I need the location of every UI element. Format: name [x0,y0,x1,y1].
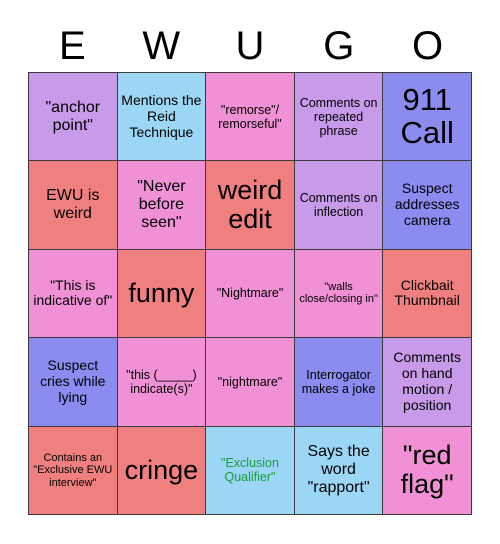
bingo-cell-r1c1[interactable]: "anchor point" [29,73,118,162]
bingo-cell-label: Comments on inflection [299,190,378,220]
bingo-cell-r4c3[interactable]: "nightmare" [206,338,295,427]
bingo-cell-label: "Exclusion Qualifier" [221,456,279,485]
bingo-cell-r1c4[interactable]: Comments on repeated phrase [294,73,384,162]
bingo-cell-r2c3[interactable]: weird edit [206,161,295,250]
bingo-cell-label: Interrogator makes a joke [301,367,376,396]
bingo-header-letter-4: G [323,24,355,68]
bingo-cell-r1c2[interactable]: Mentions the Reid Technique [117,73,207,162]
bingo-cell-label: Comments on hand motion / position [393,349,462,413]
bingo-cell-r2c5[interactable]: Suspect addresses camera [383,161,472,250]
bingo-header-letter-3: U [235,24,265,68]
bingo-header-letter-2: W [142,24,181,68]
bingo-cell-label: 911 Call [400,82,454,150]
bingo-cell-label: weird edit [217,174,283,235]
bingo-cell-r5c1[interactable]: Contains an "Exclusive EWU interview" [29,426,118,515]
bingo-cell-label: "this (_____) indicate(s)" [126,367,197,396]
bingo-cell-r4c4[interactable]: Interrogator makes a joke [294,338,384,427]
bingo-cell-label: EWU is weird [46,187,100,223]
bingo-cell-label: "walls close/closing in" [299,281,378,306]
bingo-cell-label: Mentions the Reid Technique [121,91,202,140]
bingo-cell-label: "anchor point" [45,98,101,134]
bingo-cell-label: cringe [124,454,199,485]
bingo-cell-r1c3[interactable]: "remorse"/ remorseful" [206,73,295,162]
bingo-header-row: EWUGO [28,22,472,70]
bingo-cell-label: "remorse"/ remorseful" [218,102,282,131]
bingo-cell-r3c3[interactable]: "Nightmare" [206,249,295,339]
bingo-cell-r4c1[interactable]: Suspect cries while lying [29,338,118,427]
bingo-cell-r2c1[interactable]: EWU is weird [29,161,118,250]
bingo-cell-r4c2[interactable]: "this (_____) indicate(s)" [117,338,207,427]
bingo-cell-r5c2[interactable]: cringe [117,426,207,515]
bingo-cell-r3c5[interactable]: Clickbait Thumbnail [383,249,472,339]
bingo-cell-label: Says the word "rapport" [307,443,370,497]
bingo-cell-label: "Nightmare" [216,286,284,301]
bingo-cell-r1c5[interactable]: 911 Call [383,73,472,162]
bingo-cell-r5c5[interactable]: "red flag" [383,426,472,515]
bingo-cell-label: Clickbait Thumbnail [394,276,460,309]
bingo-grid: "anchor point" Mentions the Reid Techniqu… [28,72,472,515]
bingo-cell-r2c2[interactable]: "Never before seen" [117,161,207,250]
bingo-cell-label: "nightmare" [217,374,283,389]
bingo-cell-r5c3[interactable]: "Exclusion Qualifier" [206,426,295,515]
bingo-cell-label: "This is indicative of" [33,276,113,309]
bingo-cell-label: Comments on repeated phrase [299,95,378,138]
bingo-cell-r3c1[interactable]: "This is indicative of" [29,249,118,339]
bingo-cell-label: Suspect addresses camera [394,180,460,228]
bingo-cell-r5c4[interactable]: Says the word "rapport" [294,426,384,515]
bingo-board: E W U G O "anchor point" Mentions the Reid Te… [0,0,500,544]
bingo-header-letter-5: O [412,24,444,68]
bingo-cell-r2c4[interactable]: Comments on inflection [294,161,384,250]
bingo-cell-label: Contains an "Exclusive EWU interview" [33,451,113,489]
bingo-cell-r3c2[interactable]: funny [117,249,207,339]
bingo-cell-r3c4[interactable]: "walls close/closing in" [294,249,384,339]
bingo-cell-label: Suspect cries while lying [40,357,106,405]
bingo-header-letter-1: E [59,24,86,68]
bingo-cell-r4c5[interactable]: Comments on hand motion / position [383,338,472,427]
bingo-cell-label: funny [128,277,195,308]
bingo-cell-label: "red flag" [400,440,454,500]
bingo-cell-label: "Never before seen" [137,177,186,232]
